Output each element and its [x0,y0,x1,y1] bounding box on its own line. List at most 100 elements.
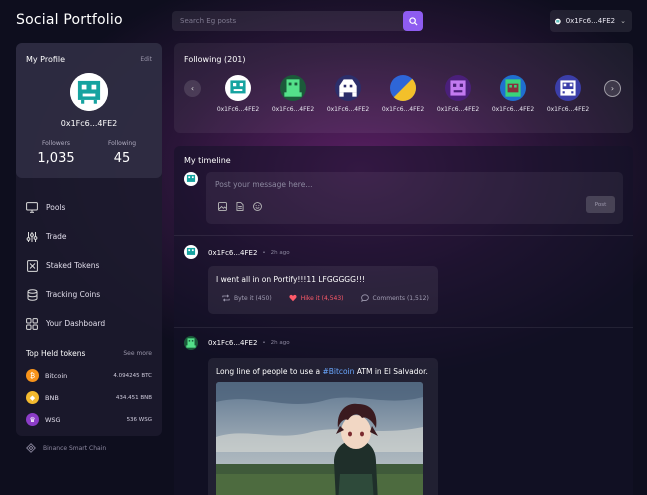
post-input[interactable] [215,180,515,189]
app-title: Social Portfolio [16,12,123,28]
following-user[interactable]: 0x1Fc6...4FE2 [488,75,538,113]
sidebar-item-label: Trade [46,232,67,241]
followers-label: Followers [41,140,71,147]
post-time: 2h ago [270,250,290,256]
timeline-panel: My timeline Post 0x1Fc6...4FE2 • 2h ago … [174,146,633,495]
chevron-left-icon: ‹ [190,84,195,93]
post-author[interactable]: 0x1Fc6...4FE2 [208,249,257,257]
user-avatar [280,75,306,101]
user-name: 0x1Fc6...4FE2 [216,106,260,113]
token-row-wsg[interactable]: ♛ WSG 536 WSG [26,413,152,426]
chevron-down-icon: ⌄ [620,17,626,25]
post-time: 2h ago [270,340,290,346]
user-avatar [555,75,581,101]
sidebar-item-your-dashboard[interactable]: Your Dashboard [26,309,156,338]
following-user[interactable]: 0x1Fc6...4FE2 [433,75,483,113]
sidebar-item-label: Tracking Coins [46,290,101,299]
following-panel: Following (201) ‹ › 0x1Fc6...4FE2 0x1Fc6… [174,43,633,133]
post-author-avatar[interactable] [184,245,198,259]
search-button[interactable] [403,11,423,31]
document-icon[interactable] [236,202,244,213]
post-text: Long line of people to use a #Bitcoin AT… [216,367,428,376]
post-header: 0x1Fc6...4FE2 • 2h ago [208,339,290,347]
comments-button[interactable]: Comments (1,512) [360,294,429,302]
following-label: Following [107,140,137,147]
composer-tools [218,202,262,213]
post-header: 0x1Fc6...4FE2 • 2h ago [208,249,290,257]
chain-selector[interactable]: Binance Smart Chain [26,443,106,453]
following-user[interactable]: 0x1Fc6...4FE2 [378,75,428,113]
chevron-right-icon: › [610,84,615,93]
post-bubble: Long line of people to use a #Bitcoin AT… [208,358,438,495]
hashtag-link[interactable]: #Bitcoin [322,367,354,376]
post-composer: Post [206,172,623,224]
token-row-bitcoin[interactable]: ₿ Bitcoin 4.094245 BTC [26,369,152,382]
sidebar-item-trade[interactable]: Trade [26,222,156,251]
user-avatar [225,75,251,101]
divider [174,235,633,236]
byte-it-button[interactable]: Byte it (450) [222,294,272,302]
search-input[interactable] [172,17,403,25]
post-separator: • [262,250,266,256]
sidebar-item-pools[interactable]: Pools [26,193,156,222]
divider [174,327,633,328]
user-avatar [445,75,471,101]
stake-icon [26,259,38,272]
monitor-icon [26,202,38,214]
wsg-icon: ♛ [26,413,39,426]
user-name: 0x1Fc6...4FE2 [436,106,480,113]
token-name: WSG [45,415,61,424]
byte-it-label: Byte it (450) [234,294,272,302]
sidebar-item-label: Staked Tokens [46,261,100,270]
profile-avatar [70,73,108,111]
token-row-bnb[interactable]: ◆ BNB 434.451 BNB [26,391,152,404]
like-button[interactable]: Hike it (4,543) [289,294,344,302]
user-avatar [500,75,526,101]
bitcoin-icon: ₿ [26,369,39,382]
user-name: 0x1Fc6...4FE2 [546,106,590,113]
image-icon[interactable] [218,202,227,213]
user-avatar [390,75,416,101]
post-author-avatar[interactable] [184,336,198,350]
post-text-part: Long line of people to use a [216,367,323,376]
account-menu[interactable]: 0x1Fc6...4FE2 ⌄ [550,10,632,32]
following-user[interactable]: 0x1Fc6...4FE2 [268,75,318,113]
following-next-button[interactable]: › [604,80,621,97]
following-user[interactable]: 0x1Fc6...4FE2 [323,75,373,113]
profile-title: My Profile [26,55,66,64]
edit-profile-link[interactable]: Edit [140,56,152,63]
bnb-icon: ◆ [26,391,39,404]
sidebar-nav: Pools Trade Staked Tokens Tracking Coins… [26,193,156,338]
profile-card: My Profile Edit 0x1Fc6...4FE2 Followers … [16,43,162,178]
following-user[interactable]: 0x1Fc6...4FE2 [543,75,593,113]
token-amount: 434.451 BNB [115,394,152,401]
post-author[interactable]: 0x1Fc6...4FE2 [208,339,257,347]
see-more-link[interactable]: See more [123,350,152,357]
search-bar [172,11,423,31]
post-image[interactable] [216,382,423,495]
following-stat[interactable]: Following 45 [94,140,150,166]
sidebar-item-label: Pools [46,203,66,212]
post-button[interactable]: Post [586,196,615,213]
post-separator: • [262,340,266,346]
user-name: 0x1Fc6...4FE2 [271,106,315,113]
following-user[interactable]: 0x1Fc6...4FE2 [213,75,263,113]
binance-chain-icon [26,443,36,453]
left-sidebar: My Profile Edit 0x1Fc6...4FE2 Followers … [16,43,162,436]
sliders-icon [26,231,38,243]
following-prev-button[interactable]: ‹ [184,80,201,97]
sidebar-item-tracking-coins[interactable]: Tracking Coins [26,280,156,309]
followers-stat[interactable]: Followers 1,035 [26,140,86,166]
post-bubble: I went all in on Portify!!!11 LFGGGGG!!!… [208,266,438,314]
followers-count: 1,035 [37,151,75,166]
composer-avatar [184,172,198,186]
comments-label: Comments (1,512) [372,294,429,302]
like-label: Hike it (4,543) [300,294,344,302]
timeline-title: My timeline [184,156,231,165]
coins-icon [26,288,38,301]
heart-icon [289,294,297,302]
following-title: Following (201) [184,55,246,64]
emoji-icon[interactable] [253,202,262,213]
sidebar-item-staked-tokens[interactable]: Staked Tokens [26,251,156,280]
user-name: 0x1Fc6...4FE2 [381,106,425,113]
